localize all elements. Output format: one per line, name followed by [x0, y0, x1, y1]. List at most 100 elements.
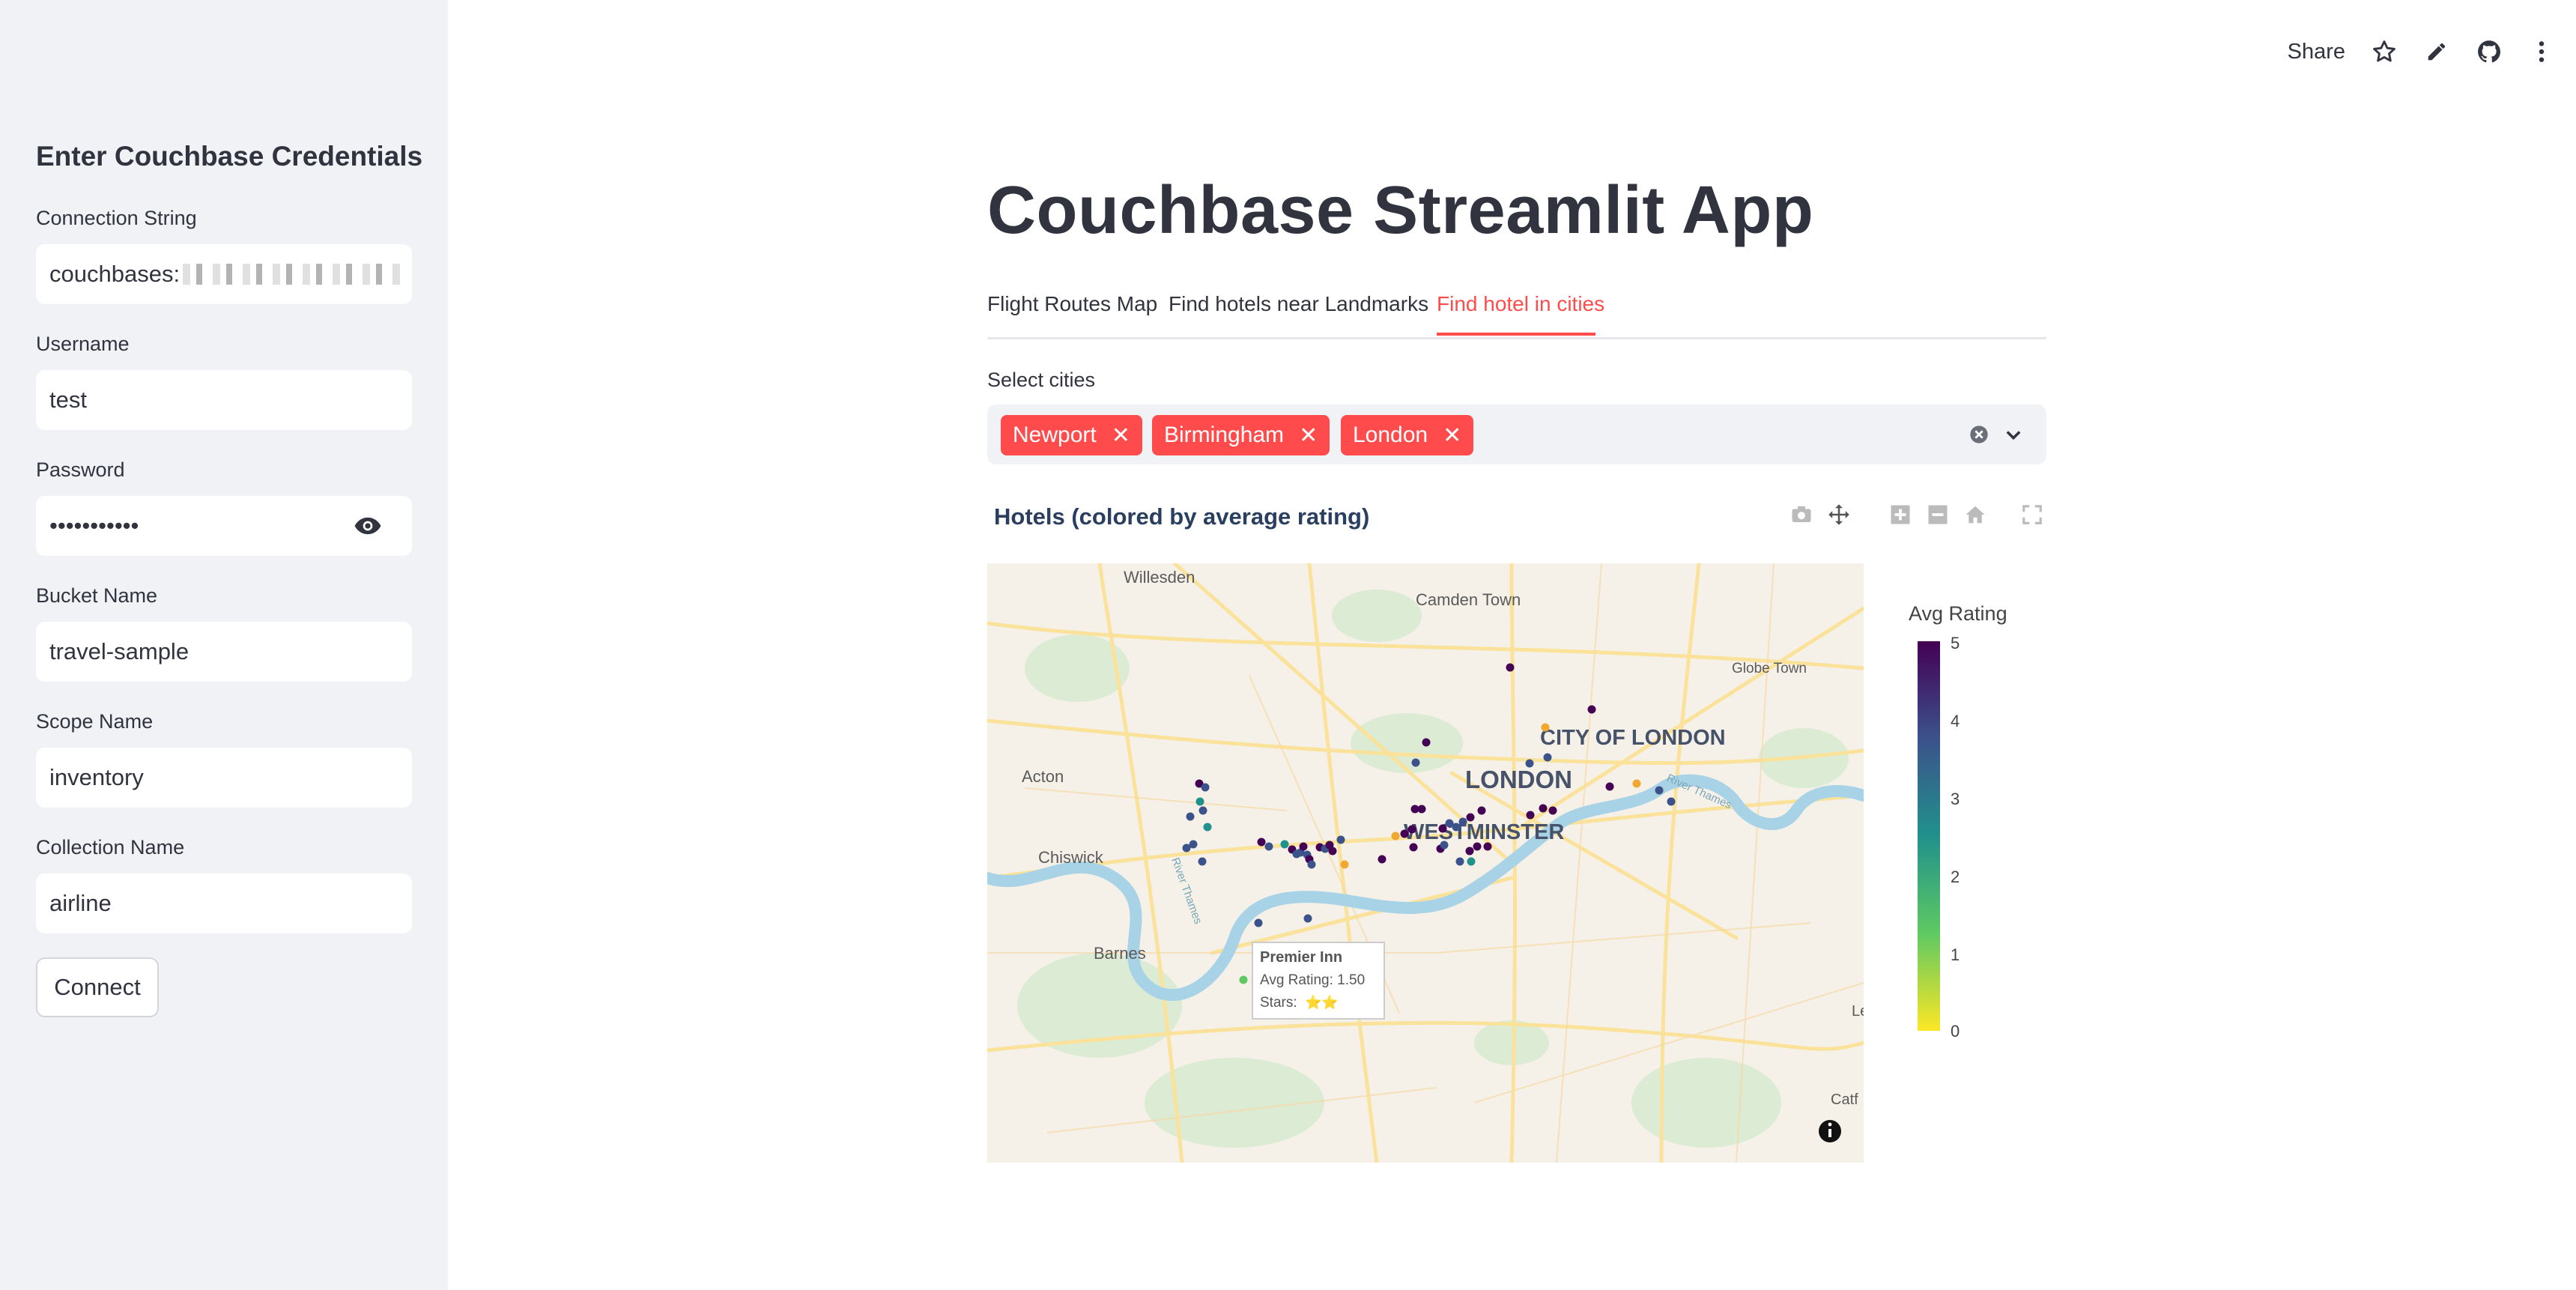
share-button[interactable]: Share: [2288, 40, 2345, 64]
city-chip-label: Birmingham: [1164, 423, 1285, 447]
sidebar: Enter Couchbase Credentials Connection S…: [0, 0, 448, 1290]
hotel-marker[interactable]: [1400, 829, 1409, 838]
hotel-marker[interactable]: [1473, 842, 1482, 851]
hotel-marker[interactable]: [1632, 779, 1641, 788]
hotel-marker[interactable]: [1506, 663, 1515, 672]
bucket-name-input[interactable]: travel-sample: [36, 622, 412, 682]
zoom-out-icon[interactable]: [1927, 503, 1949, 526]
username-label: Username: [36, 333, 130, 355]
eye-icon[interactable]: [354, 514, 382, 538]
zoom-in-icon[interactable]: [1889, 503, 1912, 526]
scope-name-input[interactable]: inventory: [36, 748, 412, 808]
hotel-marker[interactable]: [1477, 806, 1486, 815]
hotel-marker[interactable]: [1411, 758, 1420, 767]
hotel-marker[interactable]: [1198, 857, 1207, 866]
connection-string-input[interactable]: couchbases:: [36, 244, 412, 304]
collection-name-input[interactable]: airline: [36, 873, 412, 933]
hotel-marker[interactable]: [1198, 806, 1207, 815]
hotel-marker[interactable]: [1264, 842, 1273, 851]
map-label-london: LONDON: [1465, 766, 1572, 793]
pan-icon[interactable]: [1828, 503, 1850, 526]
hotel-map[interactable]: Willesden Camden Town Globe Town CITY OF…: [987, 563, 1864, 1163]
modebar-spacer: [2001, 503, 2006, 530]
password-label: Password: [36, 458, 125, 481]
hotel-marker[interactable]: [1417, 805, 1426, 814]
map-label-barnes: Barnes: [1094, 944, 1146, 963]
hotel-marker[interactable]: [1378, 855, 1387, 864]
hotel-marker[interactable]: [1587, 705, 1596, 714]
hotel-marker[interactable]: [1307, 860, 1316, 869]
home-icon[interactable]: [1964, 503, 1986, 526]
hotel-marker[interactable]: [1336, 835, 1345, 844]
remove-chip-icon[interactable]: ✕: [1299, 423, 1318, 449]
tab-flight-routes-map[interactable]: Flight Routes Map: [987, 292, 1157, 316]
hotel-marker[interactable]: [1525, 759, 1534, 768]
remove-chip-icon[interactable]: ✕: [1443, 423, 1461, 449]
hotel-marker[interactable]: [1409, 843, 1418, 852]
hotel-marker[interactable]: [1391, 832, 1400, 841]
hotel-marker[interactable]: [1328, 847, 1337, 856]
colorbar-tick: 2: [1951, 867, 1960, 886]
hotel-marker[interactable]: [1465, 847, 1474, 856]
hotel-marker[interactable]: [1655, 786, 1664, 795]
password-input[interactable]: •••••••••••: [36, 496, 412, 556]
tooltip-avg-rating: Avg Rating: 1.50: [1260, 972, 1365, 988]
hotel-marker[interactable]: [1203, 823, 1212, 832]
hotel-marker[interactable]: [1195, 797, 1204, 806]
city-chip-birmingham: Birmingham ✕: [1152, 415, 1330, 455]
camera-icon[interactable]: [1790, 503, 1813, 526]
top-toolbar: Share: [2288, 33, 2555, 70]
hotel-marker[interactable]: [1458, 817, 1467, 826]
star-icon[interactable]: [2371, 38, 2398, 65]
connect-button[interactable]: Connect: [36, 957, 159, 1017]
hotel-marker[interactable]: [1667, 797, 1676, 806]
map-label-city-of-london: CITY OF LONDON: [1540, 726, 1726, 750]
clear-all-icon[interactable]: [1969, 424, 1989, 445]
hotel-marker[interactable]: [1466, 813, 1475, 822]
hotel-marker[interactable]: [1440, 841, 1449, 850]
hotel-marker[interactable]: [1340, 860, 1349, 869]
more-vertical-icon[interactable]: [2528, 38, 2555, 65]
hotel-marker[interactable]: [1455, 857, 1464, 866]
cities-multiselect[interactable]: Newport ✕ Birmingham ✕ London ✕: [987, 405, 2046, 464]
pencil-icon[interactable]: [2423, 38, 2450, 65]
hotel-marker[interactable]: [1548, 806, 1557, 815]
hotel-marker[interactable]: [1182, 844, 1191, 853]
chevron-down-icon[interactable]: [2003, 424, 2024, 445]
hotel-marker[interactable]: [1303, 914, 1312, 923]
tab-bar: Flight Routes Map Find hotels near Landm…: [987, 288, 2046, 339]
github-icon[interactable]: [2476, 38, 2503, 65]
hover-tooltip: Premier Inn Avg Rating: 1.50 Stars: ⭐⭐: [1252, 942, 1385, 1020]
username-input[interactable]: test: [36, 370, 412, 430]
hotel-marker[interactable]: [1543, 753, 1552, 762]
tab-find-hotels-near-landmarks[interactable]: Find hotels near Landmarks: [1169, 292, 1428, 316]
remove-chip-icon[interactable]: ✕: [1112, 423, 1130, 449]
hotel-marker[interactable]: [1201, 783, 1210, 792]
info-icon[interactable]: [1819, 1120, 1841, 1142]
hotel-marker[interactable]: [1483, 842, 1492, 851]
hotel-marker[interactable]: [1422, 738, 1431, 747]
hotel-marker[interactable]: [1605, 782, 1614, 791]
hotel-marker[interactable]: [1407, 825, 1416, 834]
hotel-marker[interactable]: [1541, 723, 1550, 732]
hotel-marker[interactable]: [1299, 842, 1308, 851]
colorbar-tick: 3: [1951, 790, 1960, 808]
hotel-marker[interactable]: [1526, 811, 1535, 820]
hotel-marker[interactable]: [1280, 840, 1289, 849]
hotel-marker[interactable]: [1186, 812, 1195, 821]
hotel-marker[interactable]: [1467, 857, 1476, 866]
tab-find-hotel-in-cities[interactable]: Find hotel in cities: [1437, 292, 1604, 316]
chart-title: Hotels (colored by average rating): [994, 503, 1370, 530]
hotel-marker[interactable]: [1257, 838, 1266, 847]
tooltip-stars-value: ⭐⭐: [1305, 994, 1339, 1011]
hotel-marker[interactable]: [1239, 975, 1248, 984]
connection-string-label: Connection String: [36, 207, 197, 229]
map-label-globe: Globe Town: [1732, 661, 1807, 676]
fullscreen-icon[interactable]: [2021, 503, 2043, 526]
hotel-marker[interactable]: [1452, 823, 1461, 832]
map-label-catf: Catf: [1831, 1091, 1858, 1108]
scope-name-label: Scope Name: [36, 710, 154, 733]
hotel-marker[interactable]: [1438, 824, 1447, 833]
hotel-marker[interactable]: [1539, 804, 1548, 813]
hotel-marker[interactable]: [1254, 918, 1263, 927]
